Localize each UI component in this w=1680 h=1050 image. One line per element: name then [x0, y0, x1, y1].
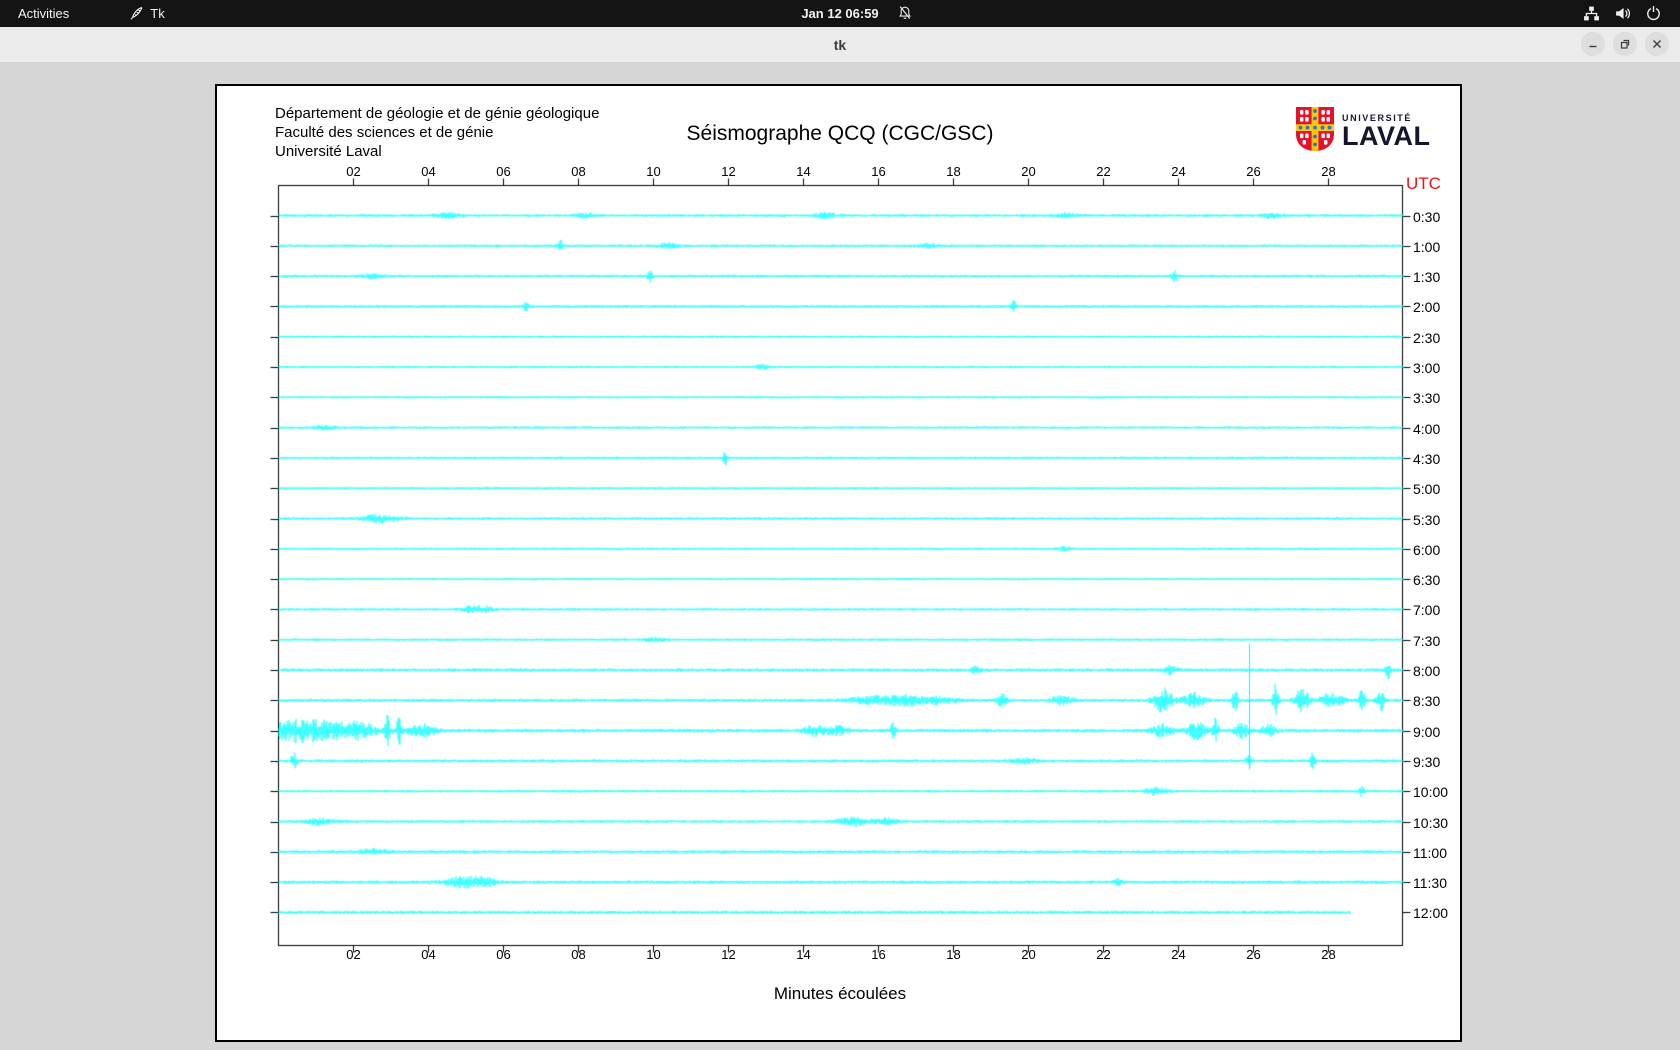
- window-title: tk: [833, 36, 847, 53]
- utc-time-label: 8:30: [1413, 693, 1441, 709]
- top-bar: Activities Tk Jan 12 06:59: [0, 0, 1680, 27]
- close-button[interactable]: [1645, 32, 1669, 56]
- close-icon: [1653, 40, 1661, 48]
- utc-time-label: 5:30: [1413, 512, 1441, 528]
- x-tick-label: 22: [1096, 164, 1111, 179]
- utc-time-label: 9:30: [1413, 754, 1441, 770]
- utc-time-label: 10:30: [1413, 815, 1449, 831]
- utc-time-label: 1:00: [1413, 239, 1441, 255]
- x-tick-label: 02: [346, 164, 361, 179]
- plot-title: Séismographe QCQ (CGC/GSC): [686, 122, 994, 145]
- x-tick-label: 06: [496, 164, 511, 179]
- x-tick-label: 16: [871, 947, 886, 962]
- utc-time-label: 6:30: [1413, 572, 1441, 588]
- x-tick-label: 06: [496, 947, 511, 962]
- institution-line: Université Laval: [275, 143, 382, 160]
- utc-time-label: 12:00: [1413, 905, 1449, 921]
- x-tick-label: 22: [1096, 947, 1111, 962]
- clock-menu[interactable]: Jan 12 06:59: [801, 0, 878, 27]
- clock-label: Jan 12 06:59: [801, 6, 879, 21]
- x-tick-label: 10: [646, 164, 661, 179]
- x-tick-label: 28: [1321, 947, 1336, 962]
- network-icon: [1584, 6, 1599, 21]
- x-tick-label: 12: [721, 947, 736, 962]
- tk-feather-icon: [130, 7, 143, 20]
- institution-header: Département de géologie et de génie géol…: [275, 104, 599, 161]
- focused-app-label: Tk: [150, 6, 165, 21]
- utc-time-label: 2:30: [1413, 330, 1441, 346]
- x-tick-label: 18: [946, 164, 961, 179]
- volume-icon: [1616, 7, 1630, 20]
- seismogram-plot: [217, 86, 1460, 1040]
- logo-laval-text: LAVAL: [1342, 121, 1431, 151]
- x-tick-label: 26: [1246, 947, 1261, 962]
- x-tick-label: 12: [721, 164, 736, 179]
- utc-time-label: 4:00: [1413, 421, 1441, 437]
- laval-shield-icon: [1296, 107, 1334, 151]
- utc-time-label: 7:00: [1413, 602, 1441, 618]
- utc-time-label: 1:30: [1413, 269, 1441, 285]
- x-tick-label: 04: [421, 947, 436, 962]
- activities-button[interactable]: Activities: [0, 0, 83, 27]
- utc-time-label: 3:00: [1413, 360, 1441, 376]
- seismograph-frame: Département de géologie et de génie géol…: [215, 84, 1462, 1042]
- utc-time-label: 11:30: [1413, 875, 1447, 891]
- maximize-icon: [1620, 39, 1630, 49]
- notifications-off-icon: [897, 5, 913, 24]
- power-icon: [1647, 6, 1660, 21]
- institution-line: Département de géologie et de génie géol…: [275, 105, 600, 122]
- x-tick-label: 28: [1321, 164, 1336, 179]
- x-tick-label: 10: [646, 947, 661, 962]
- focused-app-menu[interactable]: Tk: [129, 6, 165, 21]
- x-tick-label: 24: [1171, 947, 1186, 962]
- utc-time-label: 5:00: [1413, 481, 1441, 497]
- minimize-icon: [1589, 45, 1597, 48]
- x-tick-label: 20: [1021, 947, 1036, 962]
- x-tick-label: 26: [1246, 164, 1261, 179]
- utc-time-label: 7:30: [1413, 633, 1441, 649]
- x-tick-label: 14: [796, 947, 811, 962]
- utc-time-label: 6:00: [1413, 542, 1441, 558]
- utc-time-label: 2:00: [1413, 299, 1441, 315]
- x-tick-label: 02: [346, 947, 361, 962]
- utc-time-label: 10:00: [1413, 784, 1449, 800]
- system-status-menu[interactable]: [1583, 0, 1662, 27]
- x-axis-label: Minutes écoulées: [773, 984, 907, 1003]
- utc-time-label: 0:30: [1413, 209, 1441, 225]
- utc-time-label: 9:00: [1413, 724, 1441, 740]
- laval-logo: UNIVERSITÉ LAVAL: [1295, 106, 1430, 152]
- utc-time-label: 8:00: [1413, 663, 1441, 679]
- x-tick-label: 24: [1171, 164, 1186, 179]
- window-content: Département de géologie et de génie géol…: [0, 63, 1680, 1050]
- minimize-button[interactable]: [1581, 32, 1605, 56]
- utc-time-label: 4:30: [1413, 451, 1441, 467]
- x-tick-label: 20: [1021, 164, 1036, 179]
- utc-time-label: 11:00: [1413, 845, 1447, 861]
- x-tick-label: 08: [571, 947, 586, 962]
- x-tick-label: 16: [871, 164, 886, 179]
- utc-axis-label: UTC: [1406, 174, 1441, 193]
- window-titlebar[interactable]: tk: [0, 27, 1680, 63]
- institution-line: Faculté des sciences et de génie: [275, 124, 494, 141]
- x-tick-label: 04: [421, 164, 436, 179]
- x-tick-label: 08: [571, 164, 586, 179]
- utc-time-label: 3:30: [1413, 390, 1441, 406]
- x-tick-label: 14: [796, 164, 811, 179]
- maximize-button[interactable]: [1613, 32, 1637, 56]
- x-tick-label: 18: [946, 947, 961, 962]
